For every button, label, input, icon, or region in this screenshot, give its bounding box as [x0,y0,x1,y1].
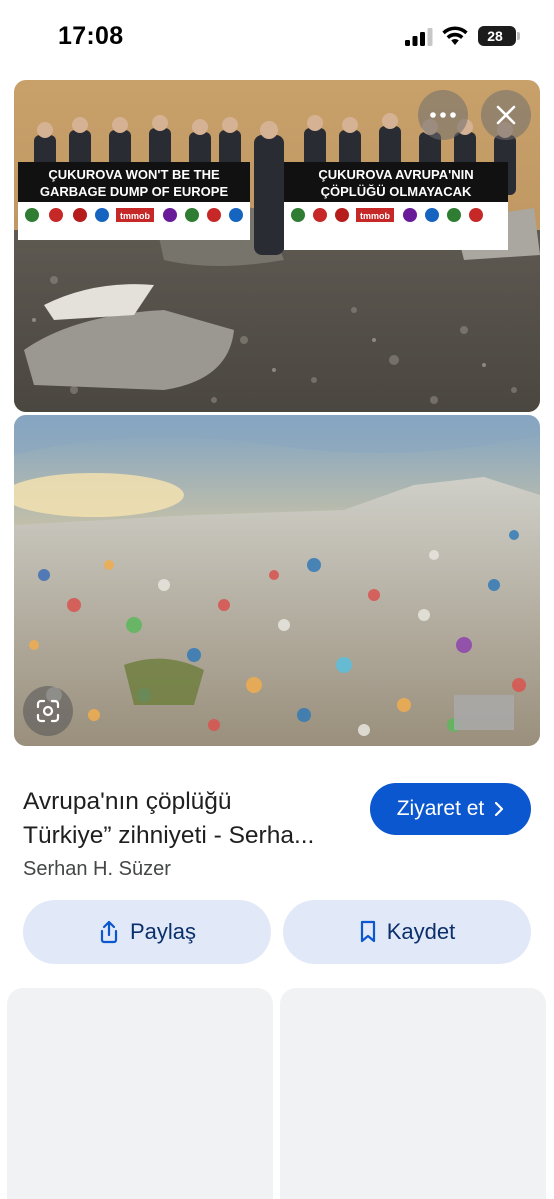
close-button[interactable] [481,90,531,140]
share-button[interactable]: Paylaş [23,900,271,964]
bookmark-icon [360,920,375,943]
banner-right-logo-text: tmmob [360,211,390,221]
battery-nub [517,32,520,40]
related-result-placeholder[interactable] [7,988,273,1199]
banner-right-line2: ÇÖPLÜĞÜ OLMAYACAK [321,184,472,199]
banner-left-logo-text: tmmob [120,211,150,221]
save-button-label: Kaydet [386,919,456,944]
plastic-field-photo [14,415,540,746]
banner-left-logos: tmmob [25,208,243,222]
result-source: Serhan H. Süzer [23,858,171,880]
banner-right-logos: tmmob [291,208,483,222]
more-options-button[interactable] [418,90,468,140]
result-image-plastic-field[interactable] [14,415,540,746]
battery-level-text: 28 [487,28,503,44]
status-bar: 17:08 28 [0,0,554,72]
cellular-signal-icon [405,28,433,46]
screen: 17:08 28 ÇUKUROVA WON'T BE THE GARBAGE D… [0,0,554,1199]
more-horizontal-icon [430,112,456,118]
status-time: 17:08 [58,22,124,50]
wifi-icon [442,26,468,45]
banner-left-line1: ÇUKUROVA WON'T BE THE [48,167,220,182]
visit-button[interactable]: Ziyaret et [370,783,531,835]
banner-right-line1: ÇUKUROVA AVRUPA'NIN [318,167,473,182]
save-button[interactable]: Kaydet [283,900,531,964]
close-icon [496,105,516,125]
google-lens-button[interactable] [23,686,73,736]
chevron-right-icon [495,801,504,817]
visit-button-label: Ziyaret et [396,797,485,820]
share-button-label: Paylaş [129,919,197,944]
google-lens-icon [36,699,60,723]
battery-icon: 28 [478,26,516,46]
share-icon [100,920,118,944]
result-title-line1: Avrupa'nın çöplüğü [23,788,232,815]
banner-left-line2: GARBAGE DUMP OF EUROPE [40,184,229,199]
related-result-placeholder[interactable] [280,988,546,1199]
result-title-line2: Türkiye” zihniyeti - Serha... [23,822,315,849]
result-title[interactable]: Avrupa'nın çöplüğü Türkiye” zihniyeti - … [23,785,363,853]
